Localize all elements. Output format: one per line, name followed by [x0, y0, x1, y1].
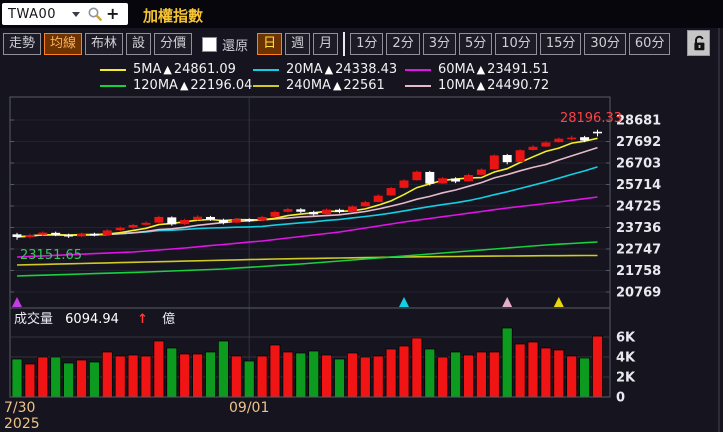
svg-text:22747: 22747	[616, 242, 661, 257]
legend-label: 20MA	[286, 62, 323, 77]
legend-label: 5MA	[133, 62, 162, 77]
svg-text:09/01: 09/01	[229, 400, 269, 416]
volume-header: 成交量 6094.94 ↑ 億	[14, 308, 175, 327]
unlock-icon	[693, 35, 704, 51]
svg-text:26703: 26703	[616, 156, 661, 171]
svg-text:25714: 25714	[616, 178, 661, 193]
up-triangle-icon: ▲	[332, 79, 342, 92]
legend-label: 10MA	[438, 78, 475, 93]
legend-value: 22561	[343, 78, 385, 93]
minute-button-5分[interactable]: 5分	[458, 33, 493, 55]
volume-value: 6094.94	[65, 312, 119, 327]
svg-text:2025: 2025	[4, 416, 40, 432]
minute-button-60分[interactable]: 60分	[628, 33, 671, 55]
toolbar: 走勢 均線 布林設分價 還原 日週月 1分 2分 3分 5分 10分 15分 30分 60分	[0, 28, 723, 60]
up-triangle-icon: ▲	[476, 63, 486, 76]
chevron-down-icon[interactable]	[72, 11, 81, 17]
latest-price-label: 28196.33	[559, 111, 622, 126]
minute-button-10分[interactable]: 10分	[495, 33, 537, 55]
search-icon[interactable]	[87, 6, 103, 22]
legend-swatch	[100, 84, 126, 87]
legend-swatch	[253, 84, 279, 87]
svg-text:27692: 27692	[616, 135, 661, 150]
legend-swatch	[253, 68, 279, 71]
volume-unit: 億	[162, 312, 176, 327]
svg-text:21758: 21758	[616, 264, 661, 279]
svg-text:24725: 24725	[616, 199, 661, 214]
up-triangle-icon: ▲	[324, 63, 334, 76]
mode-button-均線[interactable]: 均線	[44, 33, 83, 55]
legend-item-20MA: 20MA ▲ 24338.43	[253, 62, 397, 77]
legend-swatch	[405, 68, 431, 71]
legend-swatch	[100, 68, 126, 71]
svg-text:23736: 23736	[616, 221, 661, 236]
up-triangle-icon: ▲	[476, 79, 486, 92]
title-bar: TWA00 + 加權指數	[0, 0, 723, 28]
legend-value: 24861.09	[173, 62, 236, 77]
volume-up-arrow-icon: ↑	[137, 312, 148, 327]
svg-text:7/30: 7/30	[4, 400, 35, 416]
minute-button-2分[interactable]: 2分	[386, 33, 420, 55]
volume-label: 成交量	[14, 312, 54, 327]
minute-button-15分[interactable]: 15分	[539, 33, 582, 55]
legend-swatch	[405, 84, 431, 87]
reference-price-label: 23151.65	[20, 248, 83, 263]
up-triangle-icon: ▲	[163, 63, 172, 76]
legend-item-120MA: 120MA ▲ 22196.04	[100, 78, 252, 93]
svg-text:0: 0	[616, 391, 625, 406]
legend-value: 24338.43	[335, 62, 398, 77]
restore-label: 還原	[222, 38, 249, 54]
symbol-code: TWA00	[8, 6, 57, 22]
mode-button-布林[interactable]: 布林	[85, 33, 124, 55]
legend-item-240MA: 240MA ▲ 22561	[253, 78, 385, 93]
lock-toggle-button[interactable]	[687, 30, 710, 56]
legend-value: 23491.51	[487, 62, 550, 77]
period-button-月[interactable]: 月	[313, 33, 339, 55]
add-symbol-button[interactable]: +	[106, 6, 119, 22]
svg-text:28681: 28681	[616, 113, 661, 128]
svg-text:4K: 4K	[616, 351, 636, 366]
legend-label: 60MA	[438, 62, 475, 77]
legend-label: 240MA	[286, 78, 331, 93]
period-button-日[interactable]: 日	[257, 33, 283, 55]
app-window: 28681 27692 26703 25714 24725 23736 22747 21758…	[0, 0, 723, 432]
ma-legend: 5MA ▲ 24861.09 20MA ▲ 24338.43 60MA ▲ 23491.51 1…	[0, 61, 723, 95]
minute-button-1分[interactable]: 1分	[350, 33, 384, 55]
legend-value: 22196.04	[190, 78, 253, 93]
legend-item-60MA: 60MA ▲ 23491.51	[405, 62, 549, 77]
legend-label: 120MA	[133, 78, 178, 93]
legend-value: 24490.72	[487, 78, 550, 93]
page-title: 加權指數	[143, 7, 204, 25]
restore-checkbox[interactable]	[202, 36, 218, 52]
minute-button-30分[interactable]: 30分	[584, 33, 626, 55]
minute-button-3分[interactable]: 3分	[422, 33, 456, 55]
up-triangle-icon: ▲	[179, 79, 189, 92]
period-button-週[interactable]: 週	[285, 33, 311, 55]
legend-item-10MA: 10MA ▲ 24490.72	[405, 78, 549, 93]
svg-text:2K: 2K	[616, 371, 636, 386]
mode-button-設[interactable]: 設	[126, 33, 152, 55]
svg-text:6K: 6K	[616, 331, 636, 346]
mode-button-走勢[interactable]: 走勢	[3, 33, 42, 55]
mode-button-分價[interactable]: 分價	[154, 33, 193, 55]
toolbar-divider	[343, 32, 346, 56]
legend-item-5MA: 5MA ▲ 24861.09	[100, 62, 236, 77]
svg-text:20769: 20769	[616, 285, 661, 300]
symbol-selector[interactable]: TWA00 +	[2, 3, 128, 25]
